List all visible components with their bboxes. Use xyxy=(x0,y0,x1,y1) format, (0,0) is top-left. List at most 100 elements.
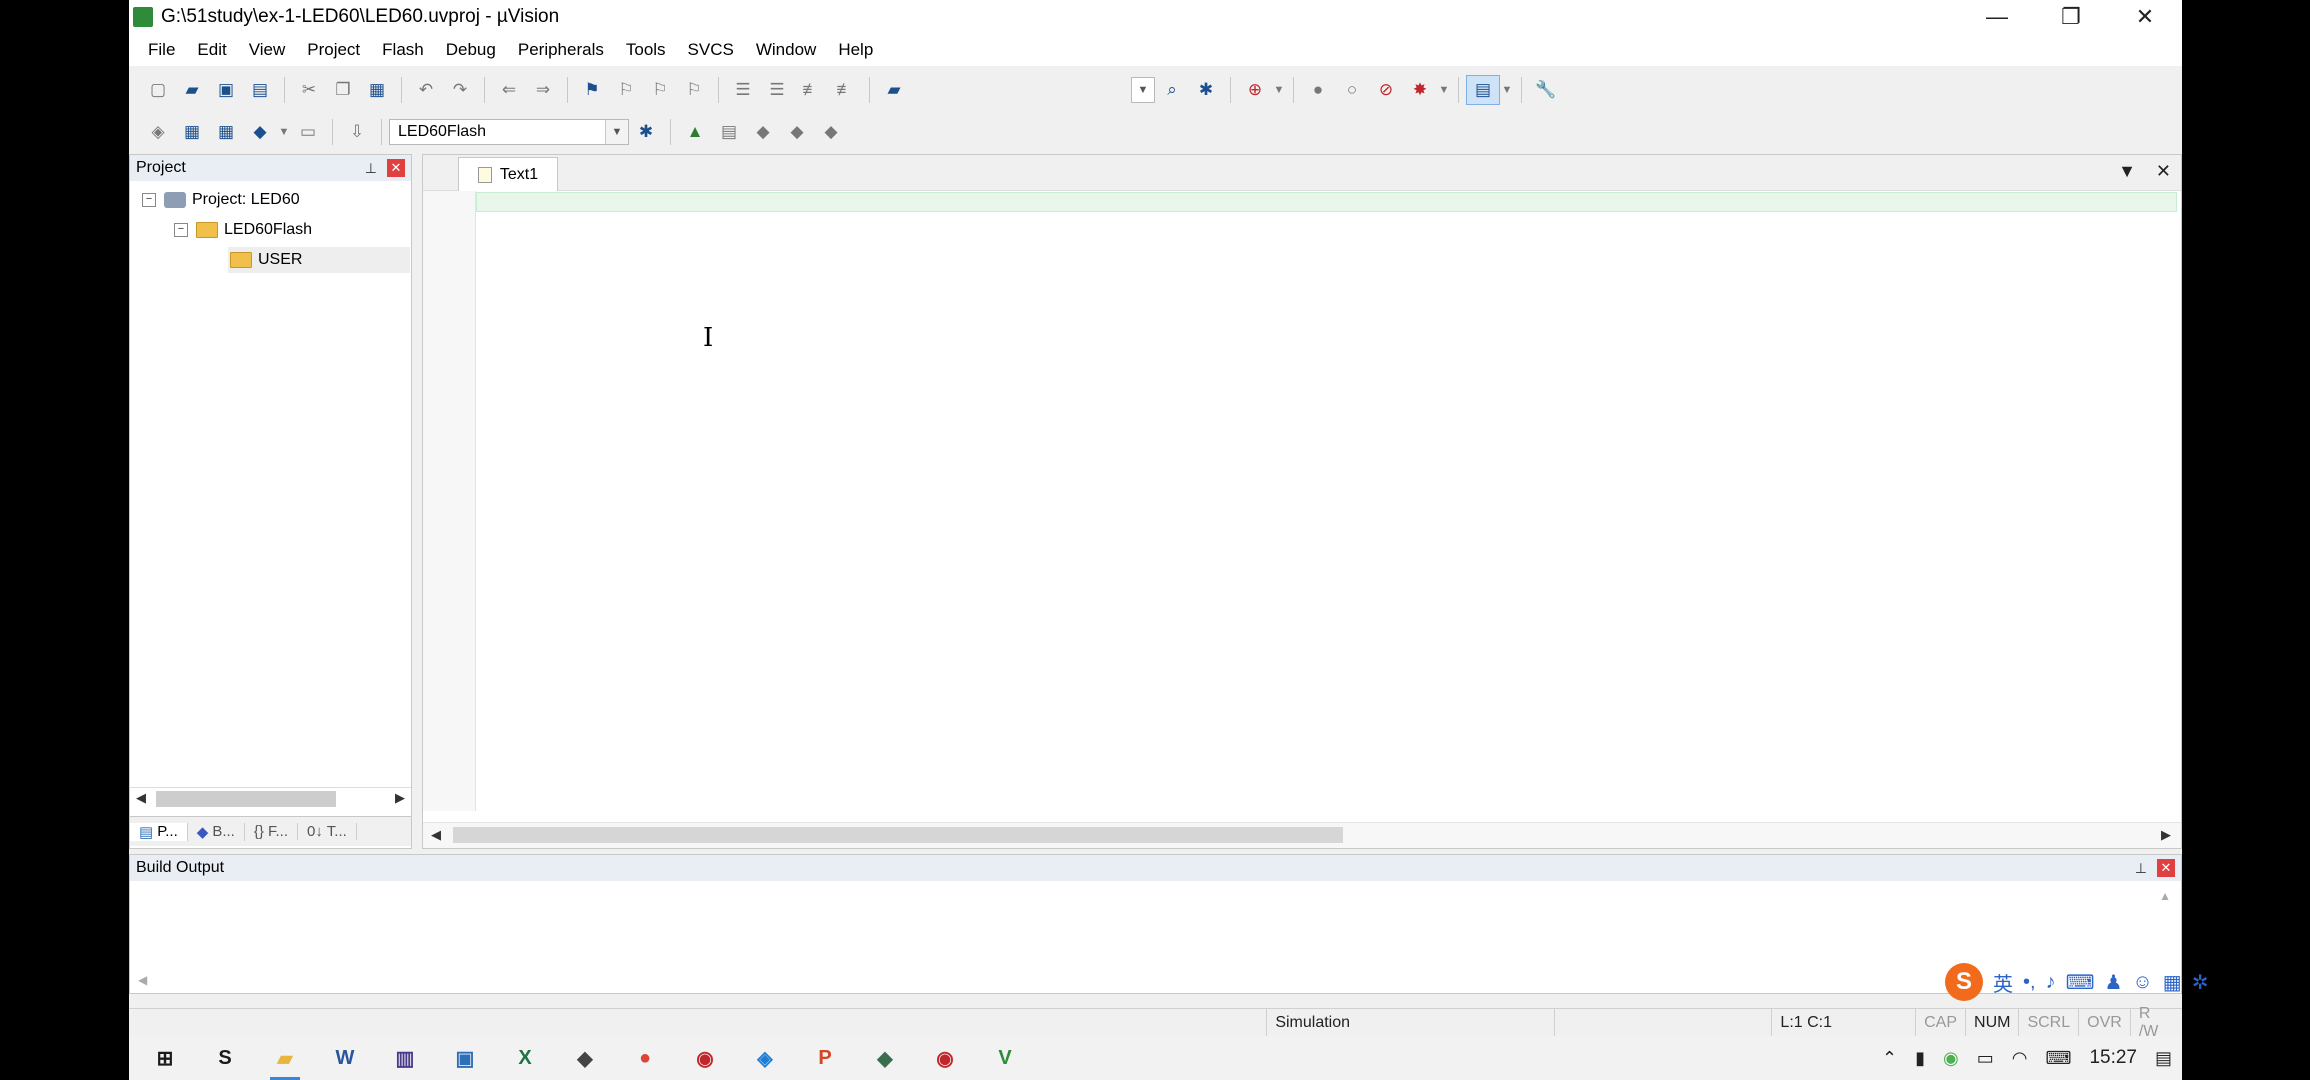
uncomment-icon[interactable]: ≢ xyxy=(828,75,862,105)
chevron-down-icon[interactable]: ▼ xyxy=(2118,161,2136,182)
tree-item-user[interactable]: USER xyxy=(228,247,410,273)
taskbar-start-icon[interactable]: ⊞ xyxy=(146,1039,184,1077)
taskbar-chrome-icon[interactable]: ● xyxy=(626,1039,664,1077)
project-horizontal-scrollbar[interactable]: ◀ ▶ xyxy=(130,787,411,809)
menu-help[interactable]: Help xyxy=(827,40,884,60)
tab-project[interactable]: ▤ P... xyxy=(130,822,188,841)
taskbar-app-s-icon[interactable]: S xyxy=(206,1039,244,1077)
close-icon[interactable]: ✕ xyxy=(387,159,405,177)
translate-icon[interactable]: ◈ xyxy=(141,117,175,147)
microphone-icon[interactable]: ♪ xyxy=(2046,971,2056,994)
close-icon[interactable]: ✕ xyxy=(2157,859,2175,877)
tab-text1[interactable]: Text1 xyxy=(458,157,558,191)
taskbar-word-icon[interactable]: W xyxy=(326,1039,364,1077)
new-file-icon[interactable]: ▢ xyxy=(141,75,175,105)
collapse-icon[interactable]: − xyxy=(174,223,188,237)
bookmark-next-icon[interactable]: ⚐ xyxy=(643,75,677,105)
undo-icon[interactable]: ↶ xyxy=(409,75,443,105)
unindent-icon[interactable]: ☰ xyxy=(760,75,794,105)
current-line-highlight[interactable] xyxy=(476,192,2177,212)
breakpoint-dropdown-icon[interactable]: ▼ xyxy=(1437,75,1451,105)
bookmark-icon[interactable]: ⚑ xyxy=(575,75,609,105)
scrollbar-thumb[interactable] xyxy=(453,827,1343,843)
notification-icon[interactable]: ▤ xyxy=(2155,1048,2172,1069)
taskbar-app-book-icon[interactable]: ◆ xyxy=(566,1039,604,1077)
batch-build-dropdown-icon[interactable]: ▼ xyxy=(277,117,291,147)
scroll-left-arrow-icon[interactable]: ◀ xyxy=(138,973,147,987)
close-icon[interactable]: ✕ xyxy=(2156,161,2171,182)
sogou-logo-icon[interactable]: S xyxy=(1945,963,1983,1001)
emoji-icon[interactable]: ☺ xyxy=(2132,971,2152,994)
tree-item-project[interactable]: − Project: LED60 xyxy=(142,187,300,213)
taskbar-app-stack-icon[interactable]: ◆ xyxy=(866,1039,904,1077)
sync-icon[interactable]: ◉ xyxy=(1943,1048,1959,1069)
manage-project-items-icon[interactable]: ▲ xyxy=(678,117,712,147)
debug-dropdown-icon[interactable]: ▼ xyxy=(1272,75,1286,105)
toolbox-icon[interactable]: ▦ xyxy=(2163,970,2182,995)
select-packs-icon[interactable]: ◆ xyxy=(780,117,814,147)
stop-build-icon[interactable]: ▭ xyxy=(291,117,325,147)
debug-session-icon[interactable]: ⊕ xyxy=(1238,75,1272,105)
save-icon[interactable]: ▣ xyxy=(209,75,243,105)
tab-templates[interactable]: 0↓ T... xyxy=(298,823,357,840)
breakpoint-disable-all-icon[interactable]: ⊘ xyxy=(1369,75,1403,105)
editor-horizontal-scrollbar[interactable]: ◀ ▶ xyxy=(423,822,2181,848)
menu-file[interactable]: File xyxy=(137,40,186,60)
incremental-find-icon[interactable]: ✱ xyxy=(1189,75,1223,105)
battery-icon[interactable]: ▭ xyxy=(1977,1048,1994,1069)
scroll-up-arrow-icon[interactable]: ▲ xyxy=(2159,889,2171,903)
cut-icon[interactable]: ✂ xyxy=(292,75,326,105)
menu-window[interactable]: Window xyxy=(745,40,827,60)
indent-icon[interactable]: ☰ xyxy=(726,75,760,105)
comment-icon[interactable]: ≢ xyxy=(794,75,828,105)
navigate-back-icon[interactable]: ⇐ xyxy=(492,75,526,105)
taskbar-app-photos-icon[interactable]: ◈ xyxy=(746,1039,784,1077)
menu-peripherals[interactable]: Peripherals xyxy=(507,40,615,60)
tree-item-target[interactable]: − LED60Flash xyxy=(174,217,312,243)
rebuild-icon[interactable]: ▦ xyxy=(209,117,243,147)
microphone-icon[interactable]: ▮ xyxy=(1915,1048,1925,1069)
menu-view[interactable]: View xyxy=(238,40,297,60)
manage-multi-project-icon[interactable]: ▤ xyxy=(712,117,746,147)
target-options-icon[interactable]: ✱ xyxy=(629,117,663,147)
find-combo-dropdown[interactable]: ▼ xyxy=(1131,77,1155,103)
taskbar-app-signal2-icon[interactable]: ◉ xyxy=(926,1039,964,1077)
redo-icon[interactable]: ↷ xyxy=(443,75,477,105)
breakpoint-enable-icon[interactable]: ○ xyxy=(1335,75,1369,105)
menu-edit[interactable]: Edit xyxy=(186,40,237,60)
find-in-files-icon[interactable]: ▰ xyxy=(877,75,911,105)
pin-icon[interactable]: ⊥ xyxy=(2135,860,2147,877)
breakpoint-kill-all-icon[interactable]: ✸ xyxy=(1403,75,1437,105)
tab-functions[interactable]: {} F... xyxy=(245,823,299,840)
input-method-icon[interactable]: ⌨ xyxy=(2045,1048,2071,1069)
chevron-up-icon[interactable]: ⌃ xyxy=(1882,1048,1897,1069)
copy-icon[interactable]: ❐ xyxy=(326,75,360,105)
download-icon[interactable]: ⇩ xyxy=(340,117,374,147)
scroll-right-arrow-icon[interactable]: ▶ xyxy=(395,790,405,806)
keyboard-icon[interactable]: ⌨ xyxy=(2066,970,2095,995)
menu-project[interactable]: Project xyxy=(296,40,371,60)
paste-icon[interactable]: ▦ xyxy=(360,75,394,105)
skin-icon[interactable]: ♟ xyxy=(2104,970,2122,995)
configure-icon[interactable]: 🔧 xyxy=(1529,75,1563,105)
taskbar-excel-icon[interactable]: X xyxy=(506,1039,544,1077)
taskbar-app-window-icon[interactable]: ▣ xyxy=(446,1039,484,1077)
taskbar-file-explorer-icon[interactable]: ▰ xyxy=(266,1039,304,1080)
scroll-left-arrow-icon[interactable]: ◀ xyxy=(431,827,441,843)
scrollbar-thumb[interactable] xyxy=(156,791,336,807)
save-all-icon[interactable]: ▤ xyxy=(243,75,277,105)
pin-icon[interactable]: ⊥ xyxy=(365,160,377,177)
taskbar-powerpoint-icon[interactable]: P xyxy=(806,1039,844,1077)
close-button[interactable]: ✕ xyxy=(2108,0,2182,34)
scroll-right-arrow-icon[interactable]: ▶ xyxy=(2161,827,2171,843)
settings-icon[interactable]: ✲ xyxy=(2192,970,2209,995)
tab-books[interactable]: ◆ B... xyxy=(188,822,245,841)
menu-svcs[interactable]: SVCS xyxy=(677,40,745,60)
bookmark-clear-icon[interactable]: ⚐ xyxy=(677,75,711,105)
clock[interactable]: 15:27 xyxy=(2089,1047,2137,1069)
build-icon[interactable]: ▦ xyxy=(175,117,209,147)
pack-installer-icon[interactable]: ◆ xyxy=(814,117,848,147)
navigate-forward-icon[interactable]: ⇒ xyxy=(526,75,560,105)
minimize-button[interactable]: — xyxy=(1960,0,2034,34)
target-select[interactable]: LED60Flash ▼ xyxy=(389,119,629,145)
